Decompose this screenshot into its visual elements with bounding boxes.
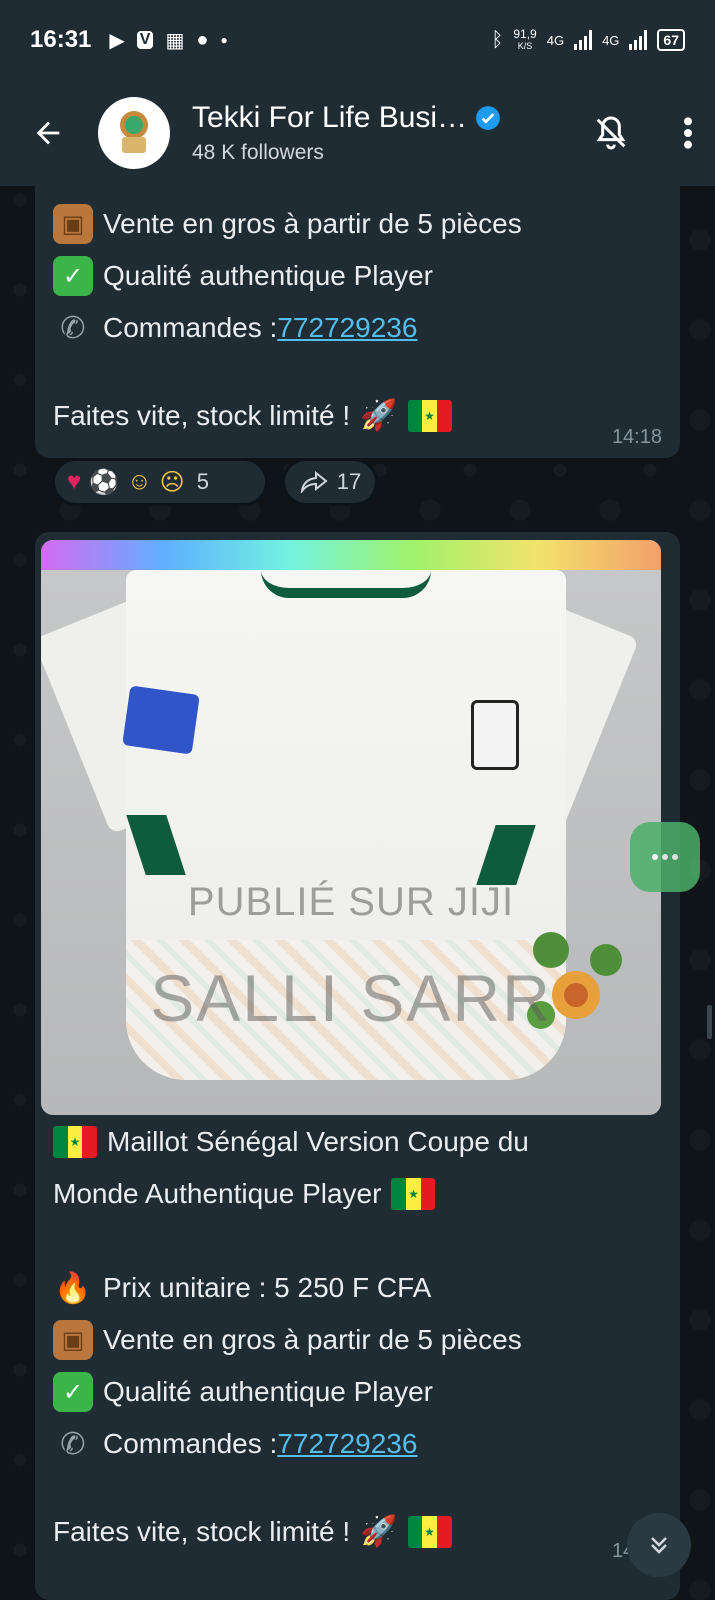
back-button[interactable] (28, 113, 68, 153)
channel-name: Tekki For Life Busi… (192, 101, 501, 135)
verified-badge-icon (476, 106, 501, 130)
status-right: ᛒ 91,9 K/S 4G 4G 67 (491, 28, 685, 52)
news-notification-icon: ▦ (165, 29, 185, 52)
more-vert-icon[interactable] (681, 113, 695, 153)
message-bubble[interactable]: ▣ Vente en gros à partir de 5 pièces ✓ Q… (35, 186, 680, 458)
network-type-2: 4G (602, 32, 620, 48)
orders-label: Commandes : (103, 1428, 278, 1459)
senegal-flag-icon: ★ (407, 1515, 452, 1548)
back-arrow-icon (36, 121, 60, 145)
more-notifications-dot: ● (220, 33, 228, 47)
message-timestamp: 14:18 (611, 426, 662, 448)
watermark-seller: SALLI SARR (150, 961, 552, 1035)
reactions-bar[interactable]: ♥ ⚽ ☺ ☹ 5 (52, 458, 268, 506)
signal-icon-1 (574, 30, 593, 50)
header-actions (591, 113, 695, 153)
rocket-emoji-icon: 🚀 (360, 1515, 398, 1548)
channel-title[interactable]: Tekki For Life Busi… 48 K followers (192, 101, 501, 165)
battery-icon: 67 (657, 29, 685, 51)
network-speed-unit: K/S (517, 41, 533, 51)
scroll-indicator[interactable] (707, 1005, 712, 1039)
line-quality-text: Qualité authentique Player (103, 1376, 433, 1407)
bluetooth-icon: ᛒ (491, 28, 504, 51)
price-text: Prix unitaire : 5 250 F CFA (103, 1272, 432, 1303)
notification-icons: ▶ V ▦ ● ● (109, 28, 227, 53)
telephone-emoji-icon: ✆ (60, 311, 86, 345)
message-line-price: 🔥 Prix unitaire : 5 250 F CFA (53, 1268, 431, 1308)
jersey-photo[interactable]: PUBLIÉ SUR JIJI SALLI SARR (41, 540, 661, 1115)
signal-icon-2 (629, 30, 648, 50)
message-line-quality: ✓ Qualité authentique Player (53, 1372, 433, 1412)
photo-glow (41, 540, 661, 570)
line-hurry-text: Faites vite, stock limité ! (53, 1515, 351, 1547)
channel-avatar[interactable] (98, 97, 170, 169)
soccer-ball-reaction-icon: ⚽ (89, 468, 120, 496)
jersey-collar (261, 570, 431, 598)
forwards-badge[interactable]: 17 (282, 458, 378, 506)
title-line-1-text: Maillot Sénégal Version Coupe du (107, 1126, 529, 1157)
message-line-wholesale: ▣ Vente en gros à partir de 5 pièces (53, 204, 522, 244)
followers-count: 48 K followers (192, 141, 324, 164)
status-time: 16:31 (30, 26, 92, 53)
heart-reaction-icon: ♥ (67, 468, 82, 495)
title-line-2-text: Monde Authentique Player (53, 1178, 382, 1209)
network-speed: 91,9 K/S (513, 28, 536, 52)
scroll-down-icon (651, 1537, 667, 1554)
fire-emoji-icon: 🔥 (54, 1271, 92, 1305)
senegal-flag-icon: ★ (407, 399, 452, 432)
message-title-line-1: ★ Maillot Sénégal Version Coupe du (53, 1126, 529, 1158)
orders-label: Commandes : (103, 312, 278, 343)
more-horiz-icon (652, 854, 678, 860)
sleeve-patch-right (471, 700, 519, 770)
more-options-bubble[interactable] (630, 822, 700, 892)
line-wholesale-text: Vente en gros à partir de 5 pièces (103, 1324, 522, 1355)
scroll-to-bottom-button[interactable] (627, 1513, 691, 1577)
message-line-orders: ✆ Commandes : 772729236 (53, 308, 417, 348)
message-line-hurry: Faites vite, stock limité ! 🚀 ★ (53, 1514, 452, 1549)
package-emoji-icon: ▣ (53, 204, 93, 244)
sleeve-patch-left (122, 685, 200, 755)
sad-reaction-icon: ☹ (159, 468, 185, 496)
line-wholesale-text: Vente en gros à partir de 5 pièces (103, 208, 522, 239)
check-mark-emoji-icon: ✓ (53, 1372, 93, 1412)
message-line-hurry: Faites vite, stock limité ! 🚀 ★ (53, 398, 452, 433)
app-notification-icon: V (136, 31, 154, 49)
phone-link[interactable]: 772729236 (277, 1428, 417, 1460)
line-hurry-text: Faites vite, stock limité ! (53, 399, 351, 431)
reactions-count: 5 (196, 469, 209, 494)
message-line-quality: ✓ Qualité authentique Player (53, 256, 433, 296)
channel-header: Tekki For Life Busi… 48 K followers (0, 80, 715, 186)
status-bar: 16:31 ▶ V ▦ ● ● ᛒ 91,9 K/S 4G 4G 67 (0, 0, 715, 80)
senegal-flag-icon: ★ (53, 1126, 97, 1158)
message-line-wholesale: ▣ Vente en gros à partir de 5 pièces (53, 1320, 522, 1360)
package-emoji-icon: ▣ (53, 1320, 93, 1360)
chat-notification-icon: ● (196, 28, 209, 51)
message-title-line-2: Monde Authentique Player ★ (53, 1178, 436, 1210)
channel-name-text: Tekki For Life Busi… (192, 101, 468, 134)
network-speed-value: 91,9 (513, 27, 537, 41)
phone-link[interactable]: 772729236 (277, 312, 417, 344)
forward-icon (300, 471, 328, 493)
network-type-1: 4G (546, 32, 565, 48)
brain-logo-icon (120, 111, 148, 153)
check-mark-emoji-icon: ✓ (53, 256, 93, 296)
forwards-count: 17 (336, 469, 362, 494)
line-quality-text: Qualité authentique Player (103, 260, 433, 291)
media-notification-icon: ▶ (109, 29, 125, 52)
mute-bell-icon[interactable] (591, 113, 631, 153)
telephone-emoji-icon: ✆ (60, 1427, 86, 1461)
laughing-reaction-icon: ☺ (127, 468, 152, 495)
senegal-flag-icon: ★ (391, 1178, 436, 1210)
message-line-orders: ✆ Commandes : 772729236 (53, 1424, 417, 1464)
rocket-emoji-icon: 🚀 (360, 399, 398, 432)
message-bubble[interactable]: PUBLIÉ SUR JIJI SALLI SARR ★ Maillot Sén… (35, 532, 680, 1600)
watermark-published: PUBLIÉ SUR JIJI (187, 880, 515, 924)
